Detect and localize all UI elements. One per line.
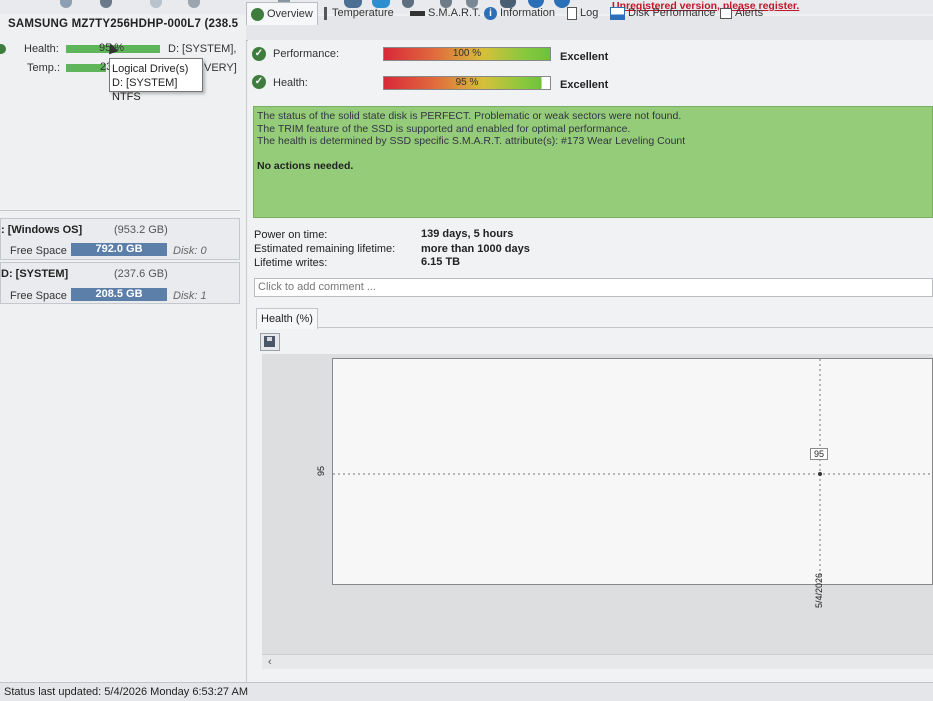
check-icon: ✓ [252, 47, 266, 61]
thermometer-icon [322, 6, 329, 20]
power-on-label: Power on time: [254, 229, 328, 241]
tab-overview[interactable]: Overview [246, 2, 318, 25]
lifetime-value: more than 1000 days [421, 243, 530, 255]
lifetime-label: Estimated remaining lifetime: [254, 243, 396, 255]
tab-log[interactable]: Log [563, 3, 602, 23]
comment-input[interactable]: Click to add comment ... [254, 278, 933, 297]
status-message-box: The status of the solid state disk is PE… [253, 106, 933, 218]
free-space-bar: 792.0 GB [71, 243, 167, 256]
disk-label: Disk: 0 [173, 245, 207, 257]
tab-label: Information [500, 7, 556, 19]
partition-size: (953.2 GB) [114, 224, 168, 236]
tooltip-line: D: [SYSTEM] NTFS [112, 77, 178, 103]
drive-list-panel [0, 14, 247, 700]
partition-item[interactable]: : [Windows OS] (953.2 GB) Free Space 792… [0, 218, 240, 260]
tab-disk-performance[interactable]: Disk Performance [606, 3, 719, 23]
performance-icon [610, 6, 625, 20]
free-space-label: Free Space [10, 290, 67, 302]
partition-name: : [Windows OS] [1, 224, 83, 236]
status-bar: Status last updated: 5/4/2026 Monday 6:5… [0, 682, 933, 701]
partition-size: (237.6 GB) [114, 268, 168, 280]
log-icon [567, 6, 577, 20]
health-rating: Excellent [560, 79, 609, 91]
status-line: The TRIM feature of the SSD is supported… [257, 122, 631, 135]
free-space-label: Free Space [10, 245, 67, 257]
alerts-icon [720, 7, 732, 19]
tooltip: Logical Drive(s) D: [SYSTEM] NTFS [109, 58, 203, 103]
tab-label: Overview [267, 8, 313, 20]
info-icon: i [484, 6, 497, 20]
check-icon [251, 7, 264, 21]
save-icon-detail [267, 337, 272, 341]
data-point [818, 472, 822, 476]
y-tick-label: 95 [316, 465, 326, 476]
status-action: No actions needed. [257, 159, 354, 172]
save-button[interactable] [260, 333, 280, 351]
tab-label: Alerts [735, 7, 764, 19]
toolbar-icon[interactable] [100, 0, 112, 8]
performance-meter: 100 % [383, 47, 551, 61]
status-line: The health is determined by SSD specific… [257, 135, 686, 147]
tab-temperature[interactable]: Temperature [318, 3, 398, 23]
check-icon: ✓ [252, 75, 266, 89]
status-line: The status of the solid state disk is PE… [257, 110, 682, 122]
partition-name: D: [SYSTEM] [1, 268, 69, 280]
tab-label: Log [580, 7, 599, 19]
drive-title[interactable]: SAMSUNG MZ7TY256HDHP-000L7 (238.5 GB) [8, 18, 240, 30]
chart-svg [333, 359, 932, 584]
x-tick-label: 5/4/2026 [814, 572, 824, 608]
divider [318, 327, 933, 328]
partition-hint: D: [SYSTEM], [168, 43, 237, 55]
temp-label: Temp.: [27, 62, 61, 74]
smart-icon [410, 10, 425, 16]
writes-label: Lifetime writes: [254, 257, 328, 269]
data-label: 95 [810, 448, 829, 460]
health-chart [332, 358, 933, 585]
tab-label: S.M.A.R.T. [428, 7, 481, 19]
toolbar-icon[interactable] [60, 0, 72, 8]
toolbar-icon[interactable] [188, 0, 200, 8]
health-overview-label: Health: [273, 77, 308, 89]
divider [0, 210, 240, 211]
toolbar-icon[interactable] [150, 0, 162, 8]
tooltip-line: Logical Drive(s) [112, 63, 189, 75]
writes-value: 6.15 TB [421, 256, 461, 268]
partition-hint: VERY] [204, 62, 237, 74]
power-on-value: 139 days, 5 hours [421, 228, 514, 240]
tab-health-chart[interactable]: Health (%) [256, 308, 318, 329]
partition-item[interactable]: D: [SYSTEM] (237.6 GB) Free Space 208.5 … [0, 262, 240, 304]
tab-label: Disk Performance [628, 7, 716, 19]
horizontal-scrollbar[interactable]: ‹ [262, 654, 933, 669]
tab-label: Temperature [332, 7, 394, 19]
performance-rating: Excellent [560, 51, 609, 63]
scroll-left-icon[interactable]: ‹ [268, 656, 272, 668]
free-space-bar: 208.5 GB [71, 288, 167, 301]
disk-label: Disk: 1 [173, 290, 207, 302]
tab-alerts[interactable]: Alerts [716, 3, 767, 23]
health-label: Health: [24, 43, 59, 55]
tab-information[interactable]: i Information [480, 3, 559, 23]
health-meter: 95 % [383, 76, 551, 90]
performance-label: Performance: [273, 48, 340, 60]
tab-smart[interactable]: S.M.A.R.T. [406, 3, 485, 23]
